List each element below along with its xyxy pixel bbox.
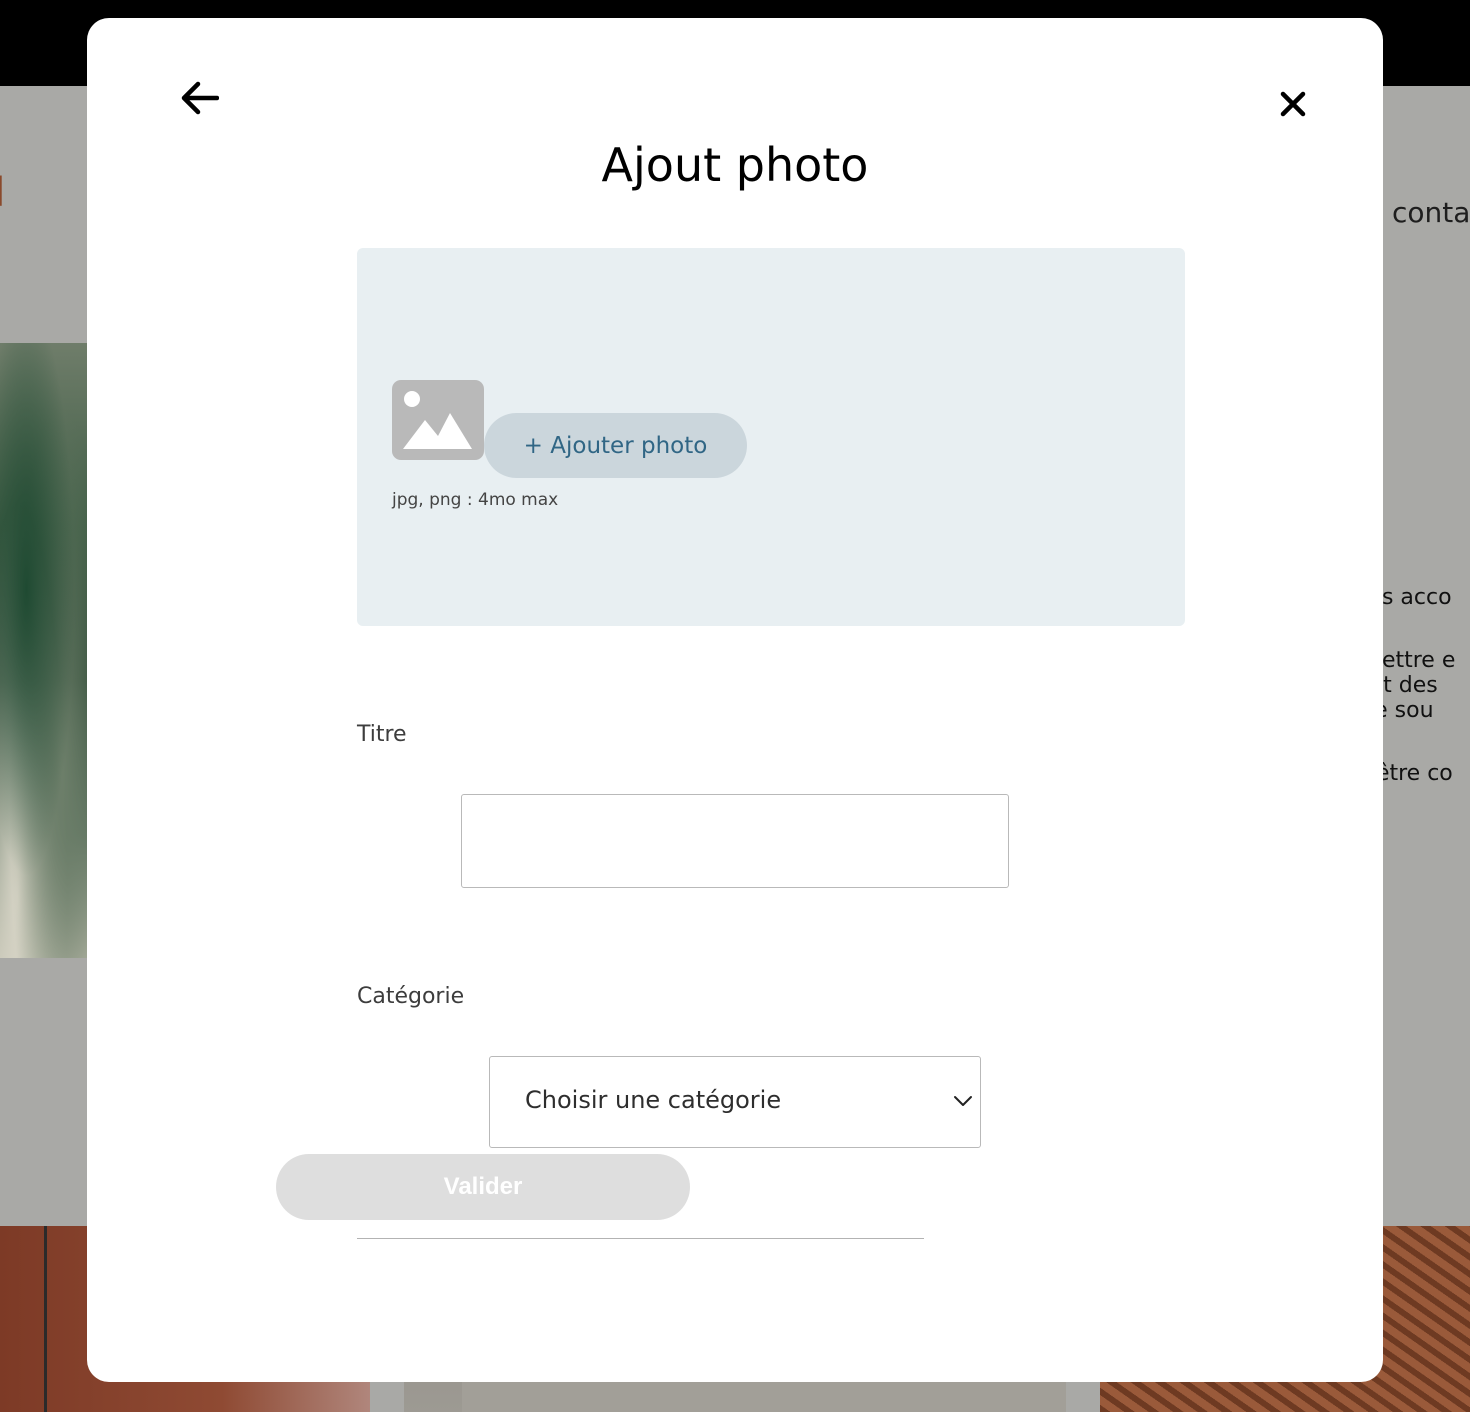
close-icon [1280, 91, 1306, 117]
title-label: Titre [357, 722, 407, 747]
photo-upload-zone[interactable]: + Ajouter photo jpg, png : 4mo max [357, 248, 1185, 626]
back-button[interactable] [175, 74, 223, 122]
add-photo-modal: Ajout photo + Ajouter photo jpg, png : 4… [87, 18, 1383, 1382]
category-label: Catégorie [357, 984, 465, 1009]
chevron-down-icon [954, 1096, 972, 1106]
close-button[interactable] [1275, 86, 1311, 122]
divider [357, 1238, 924, 1239]
image-placeholder-icon [392, 380, 484, 460]
background-logo: uel [0, 168, 6, 216]
add-photo-button[interactable]: + Ajouter photo [484, 413, 747, 478]
arrow-left-icon [181, 81, 219, 115]
submit-button[interactable]: Valider [276, 1154, 690, 1220]
title-input[interactable] [461, 794, 1009, 888]
category-select[interactable]: Choisir une catégorie [489, 1056, 981, 1148]
background-photo-plants [0, 343, 88, 958]
background-nav-contact: conta [1392, 196, 1470, 229]
category-select-value: Choisir une catégorie [525, 1086, 782, 1114]
file-format-hint: jpg, png : 4mo max [392, 490, 559, 510]
modal-title: Ajout photo [601, 138, 869, 192]
